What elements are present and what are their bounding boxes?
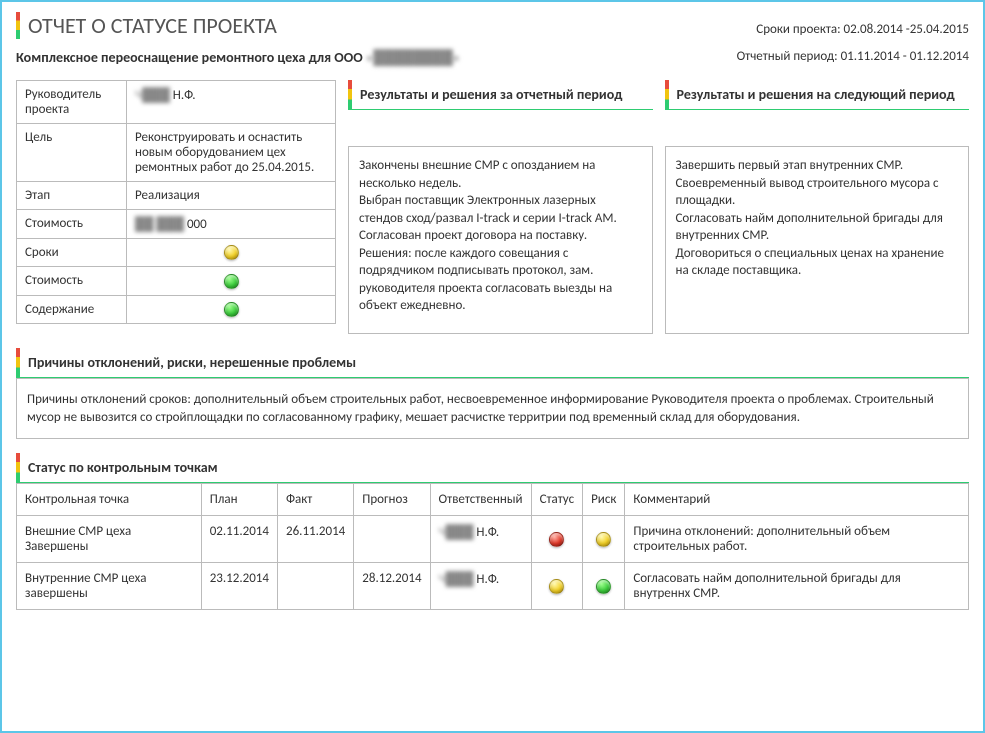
table-row: Внешние СМР цеха Завершены02.11.201426.1… (17, 516, 969, 563)
milestones-column-header: Статус (531, 484, 583, 516)
info-value: Ч███ Н.Ф. (127, 81, 336, 124)
report-title: ОТЧЕТ О СТАТУСЕ ПРОЕКТА (16, 12, 277, 39)
results-next-text: Завершить первый этап внутренних СМР. Св… (665, 146, 970, 334)
milestones-column-header: План (201, 484, 277, 516)
results-current-title: Результаты и решения за отчетный период (348, 80, 653, 110)
info-value: Реконструировать и оснастить новым обору… (127, 124, 336, 182)
milestone-comment: Причина отклонений: дополнительный объем… (625, 516, 969, 563)
milestone-risk (583, 563, 625, 610)
milestone-owner: Ч███ Н.Ф. (430, 516, 531, 563)
info-label: Цель (17, 124, 127, 182)
results-next-title: Результаты и решения на следующий период (665, 80, 970, 110)
table-row: Внутренние СМР цеха завершены23.12.2014 2… (17, 563, 969, 610)
info-value (127, 267, 336, 295)
info-label: Сроки (17, 239, 127, 267)
info-label: Содержание (17, 295, 127, 323)
milestones-column-header: Факт (277, 484, 353, 516)
milestones-title: Статус по контрольным точкам (16, 453, 969, 483)
info-row: ЦельРеконструировать и оснастить новым о… (17, 124, 336, 182)
report-period: Отчетный период: 01.11.2014 - 01.12.2014 (737, 49, 969, 66)
deviations-title: Причины отклонений, риски, нерешенные пр… (16, 348, 969, 378)
milestones-column-header: Риск (583, 484, 625, 516)
status-dot-icon (224, 245, 239, 260)
milestones-table: Контрольная точкаПланФактПрогнозОтветств… (16, 483, 969, 610)
project-subtitle: Комплексное переоснащение ремонтного цех… (16, 49, 460, 66)
milestones-column-header: Комментарий (625, 484, 969, 516)
project-dates: Сроки проекта: 02.08.2014 -25.04.2015 (756, 22, 969, 37)
milestone-risk (583, 516, 625, 563)
milestone-fact (277, 563, 353, 610)
redacted-text: Ч███ (439, 525, 474, 540)
status-dot-icon (596, 532, 611, 547)
info-value (127, 295, 336, 323)
milestone-comment: Согласовать найм дополнительной бригады … (625, 563, 969, 610)
milestone-forecast (354, 516, 430, 563)
subtitle-redacted: «████████» (366, 49, 460, 66)
info-value: Реализация (127, 182, 336, 210)
milestones-column-header: Прогноз (354, 484, 430, 516)
info-row: Содержание (17, 295, 336, 323)
milestone-plan: 23.12.2014 (201, 563, 277, 610)
redacted-text: Ч███ (135, 88, 170, 103)
milestone-fact: 26.11.2014 (277, 516, 353, 563)
info-label: Руководитель проекта (17, 81, 127, 124)
milestone-name: Внутренние СМР цеха завершены (17, 563, 202, 610)
milestones-column-header: Контрольная точка (17, 484, 202, 516)
info-label: Этап (17, 182, 127, 210)
milestone-status (531, 516, 583, 563)
project-info-table: Руководитель проектаЧ███ Н.Ф.ЦельРеконст… (16, 80, 336, 324)
milestone-status (531, 563, 583, 610)
info-row: ЭтапРеализация (17, 182, 336, 210)
milestone-plan: 02.11.2014 (201, 516, 277, 563)
subtitle-prefix: Комплексное переоснащение ремонтного цех… (16, 49, 366, 66)
info-row: Стоимость██ ███ 000 (17, 210, 336, 239)
deviations-text: Причины отклонений сроков: дополнительны… (16, 378, 969, 439)
status-dot-icon (224, 274, 239, 289)
milestone-forecast: 28.12.2014 (354, 563, 430, 610)
status-dot-icon (549, 579, 564, 594)
info-label: Стоимость (17, 267, 127, 295)
results-current-text: Закончены внешние СМР с опозданием на не… (348, 146, 653, 334)
milestones-column-header: Ответственный (430, 484, 531, 516)
info-value: ██ ███ 000 (127, 210, 336, 239)
redacted-text: Ч███ (439, 572, 474, 587)
info-label: Стоимость (17, 210, 127, 239)
info-row: Стоимость (17, 267, 336, 295)
milestone-owner: Ч███ Н.Ф. (430, 563, 531, 610)
status-dot-icon (549, 532, 564, 547)
redacted-text: ██ ███ (135, 217, 184, 232)
info-row: Сроки (17, 239, 336, 267)
milestone-name: Внешние СМР цеха Завершены (17, 516, 202, 563)
info-value (127, 239, 336, 267)
status-dot-icon (596, 579, 611, 594)
info-row: Руководитель проектаЧ███ Н.Ф. (17, 81, 336, 124)
status-dot-icon (224, 302, 239, 317)
